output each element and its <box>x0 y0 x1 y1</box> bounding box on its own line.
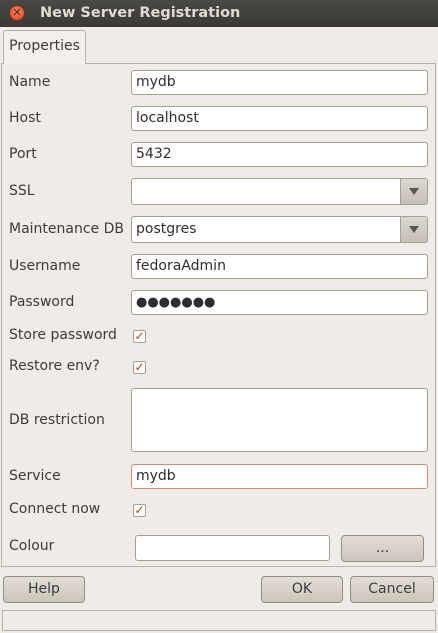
colour-input[interactable] <box>135 535 330 561</box>
restore-env-checkbox[interactable]: ✓ <box>133 361 146 374</box>
ssl-label: SSL <box>9 183 35 199</box>
chevron-down-icon[interactable] <box>400 179 427 204</box>
db-restriction-textarea[interactable] <box>131 388 428 452</box>
service-input[interactable]: mydb <box>131 464 428 489</box>
tab-properties[interactable]: Properties <box>3 30 86 64</box>
window-title: New Server Registration <box>40 5 241 21</box>
password-label: Password <box>9 294 75 310</box>
status-bar <box>2 610 436 631</box>
help-button[interactable]: Help <box>3 576 85 603</box>
close-icon[interactable]: ✕ <box>9 5 25 21</box>
db-restriction-label: DB restriction <box>9 412 105 428</box>
maintenance-db-select[interactable]: postgres <box>131 216 428 243</box>
store-password-label: Store password <box>9 327 117 343</box>
service-label: Service <box>9 468 61 484</box>
chevron-down-icon[interactable] <box>400 217 427 242</box>
colour-label: Colour <box>9 538 55 554</box>
restore-env-label: Restore env? <box>9 358 100 374</box>
name-input[interactable]: mydb <box>131 70 428 95</box>
port-label: Port <box>9 146 37 162</box>
password-input[interactable]: ●●●●●●● <box>131 290 428 315</box>
ssl-select[interactable] <box>131 178 428 205</box>
username-label: Username <box>9 258 81 274</box>
host-label: Host <box>9 110 41 126</box>
username-input[interactable]: fedoraAdmin <box>131 254 428 279</box>
maintenance-db-label: Maintenance DB <box>9 221 124 237</box>
properties-panel <box>1 63 436 567</box>
connect-now-label: Connect now <box>9 501 101 517</box>
name-label: Name <box>9 74 51 90</box>
ok-button[interactable]: OK <box>261 576 343 603</box>
port-input[interactable]: 5432 <box>131 142 428 167</box>
colour-picker-button[interactable]: ... <box>341 535 424 562</box>
connect-now-checkbox[interactable]: ✓ <box>133 504 146 517</box>
title-bar: ✕ New Server Registration <box>0 0 438 27</box>
maintenance-db-value: postgres <box>136 221 197 237</box>
store-password-checkbox[interactable]: ✓ <box>133 330 146 343</box>
host-input[interactable]: localhost <box>131 106 428 131</box>
cancel-button[interactable]: Cancel <box>350 576 434 603</box>
